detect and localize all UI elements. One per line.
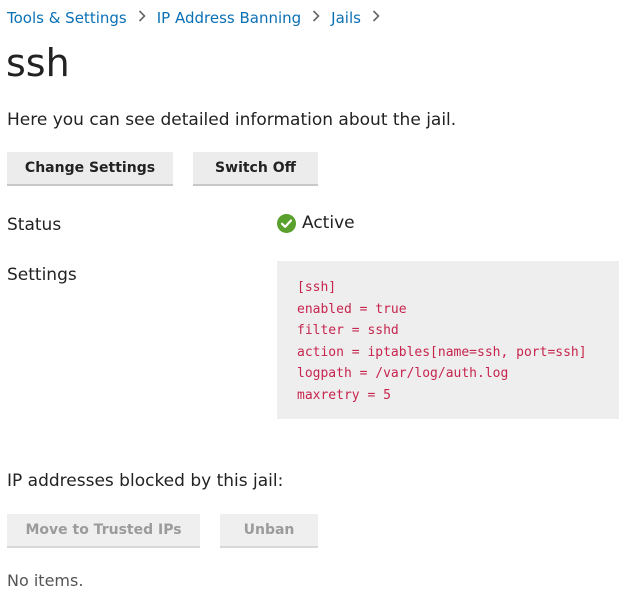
settings-label: Settings [7, 265, 77, 285]
switch-off-button[interactable]: Switch Off [193, 152, 318, 186]
blocked-ips-heading: IP addresses blocked by this jail: [7, 471, 284, 491]
status-label: Status [7, 215, 62, 235]
breadcrumb-ip-address-banning-link[interactable]: IP Address Banning [157, 9, 301, 27]
settings-line: [ssh] [297, 280, 337, 295]
empty-list-message: No items. [7, 571, 84, 590]
settings-line: enabled = true [297, 301, 407, 317]
settings-code-block: [ssh] enabled = true filter = sshd actio… [277, 261, 619, 419]
change-settings-button[interactable]: Change Settings [7, 152, 173, 186]
breadcrumb: Tools & Settings IP Address Banning Jail… [7, 8, 391, 28]
settings-line: action = iptables[name=ssh, port=ssh] [297, 344, 587, 360]
settings-line: maxretry = 5 [297, 387, 391, 403]
move-to-trusted-ips-button[interactable]: Move to Trusted IPs [7, 514, 200, 548]
chevron-right-icon [138, 10, 146, 26]
chevron-right-icon [372, 10, 380, 26]
page-description: Here you can see detailed information ab… [7, 110, 457, 130]
unban-button[interactable]: Unban [220, 514, 318, 548]
chevron-right-icon [312, 10, 320, 26]
page-title: ssh [6, 41, 70, 85]
status-text: Active [302, 213, 355, 233]
breadcrumb-tools-settings-link[interactable]: Tools & Settings [7, 9, 127, 27]
settings-line: logpath = /var/log/auth.log [297, 366, 509, 381]
breadcrumb-jails-link[interactable]: Jails [331, 9, 361, 27]
settings-line: filter = sshd [297, 323, 399, 338]
check-circle-icon [277, 213, 296, 233]
status-value: Active [277, 212, 355, 234]
